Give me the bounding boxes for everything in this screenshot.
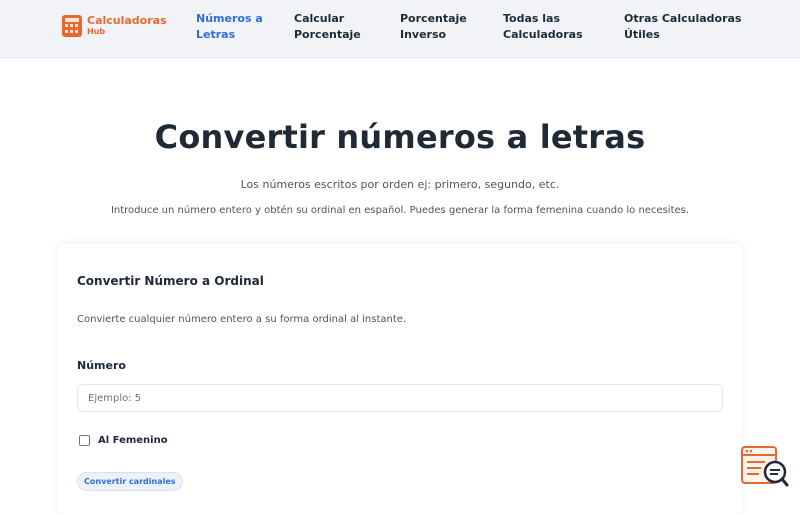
search-list-icon[interactable] bbox=[741, 446, 789, 488]
brand-name: Calculadoras bbox=[87, 14, 167, 27]
nav-link-porcentaje-inverso[interactable]: Porcentaje Inverso bbox=[400, 11, 467, 43]
number-label: Número bbox=[77, 359, 126, 372]
page-subtitle: Los números escritos por orden ej: prime… bbox=[240, 178, 560, 191]
card-description: Convierte cualquier número entero a su f… bbox=[77, 314, 407, 325]
feminine-label[interactable]: Al Femenino bbox=[98, 435, 168, 446]
nav-link-numeros-a-letras[interactable]: Números a Letras bbox=[196, 11, 263, 43]
feminine-option: Al Femenino bbox=[79, 435, 168, 446]
ordinal-converter-card: Convertir Número a Ordinal Convierte cua… bbox=[58, 244, 742, 514]
nav-link-otras-calculadoras[interactable]: Otras Calculadoras Útiles bbox=[624, 11, 741, 43]
convert-cardinals-button[interactable]: Convertir cardinales bbox=[77, 472, 183, 491]
brand-logo-link[interactable]: Calculadoras Hub bbox=[62, 15, 167, 37]
nav-link-todas-las-calculadoras[interactable]: Todas las Calculadoras bbox=[503, 11, 583, 43]
brand-sub: Hub bbox=[87, 27, 106, 36]
page-title: Convertir números a letras bbox=[154, 118, 646, 156]
card-title: Convertir Número a Ordinal bbox=[77, 274, 264, 288]
number-input[interactable] bbox=[77, 384, 723, 412]
top-navbar: Calculadoras Hub Números a Letras Calcul… bbox=[0, 0, 800, 58]
nav-link-calcular-porcentaje[interactable]: Calcular Porcentaje bbox=[294, 11, 361, 43]
calculator-icon bbox=[62, 15, 82, 37]
feminine-checkbox[interactable] bbox=[79, 435, 90, 446]
page-description: Introduce un número entero y obtén su or… bbox=[110, 205, 690, 216]
brand-text: Calculadoras Hub bbox=[87, 15, 167, 37]
